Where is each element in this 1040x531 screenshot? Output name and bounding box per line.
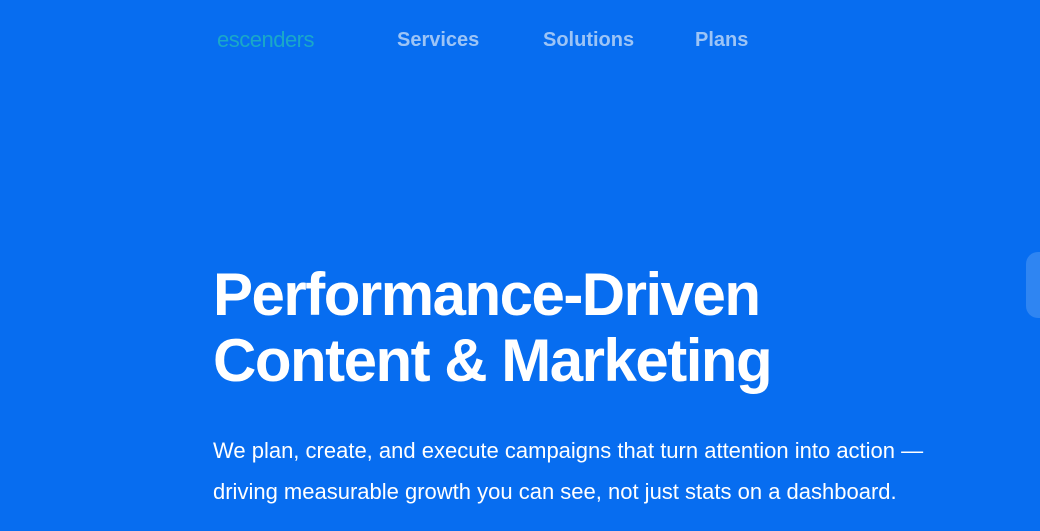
- nav-link-solutions[interactable]: Solutions: [543, 29, 634, 52]
- top-navigation: escenders Services Solutions Plans: [0, 0, 1040, 80]
- side-widget-tab[interactable]: [1026, 252, 1040, 318]
- hero-title: Performance-Driven Content & Marketing: [213, 262, 1033, 394]
- brand-logo[interactable]: escenders: [217, 27, 315, 53]
- hero-subtitle-line-1: We plan, create, and execute campaigns t…: [213, 438, 924, 463]
- hero-subtitle-line-2: driving measurable growth you can see, n…: [213, 479, 897, 504]
- hero-title-line-2: Content & Marketing: [213, 327, 773, 394]
- nav-link-services[interactable]: Services: [397, 29, 479, 52]
- hero-title-line-1: Performance-Driven: [213, 261, 761, 328]
- hero-section: Performance-Driven Content & Marketing W…: [213, 262, 1033, 512]
- nav-link-plans[interactable]: Plans: [695, 29, 748, 52]
- hero-subtitle: We plan, create, and execute campaigns t…: [213, 430, 1013, 512]
